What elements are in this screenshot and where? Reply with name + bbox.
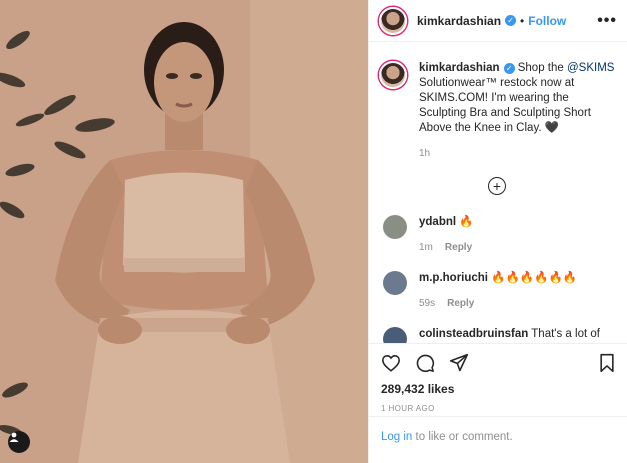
comment-body: ydabnl 🔥 1m Reply [419,215,474,255]
comment-item: colinsteadbruinsfan That's a lot of air … [379,327,615,343]
follow-button[interactable]: Follow [528,14,566,28]
caption-username[interactable]: kimkardashian [419,62,500,74]
reply-button[interactable]: Reply [447,298,474,309]
action-icons [381,352,615,374]
comment-text: 🔥 [459,216,474,228]
comment-avatar[interactable] [383,327,407,343]
caption: kimkardashian ✓ Shop the @SKIMS Solutionw… [379,61,615,161]
tagged-user-icon[interactable] [8,431,30,453]
share-plane-icon[interactable] [449,353,469,373]
login-link[interactable]: Log in [381,431,412,443]
comment-bubble-icon[interactable] [415,353,435,373]
plus-circle-icon[interactable]: + [488,177,506,195]
comment-time[interactable]: 1m [419,242,433,253]
verified-badge-icon: ✓ [505,15,517,26]
post-actions: 289,432 likes 1 HOUR AGO [369,343,627,413]
comment-username[interactable]: m.p.horiuchi [419,272,488,284]
post-timestamp[interactable]: 1 HOUR AGO [381,404,615,413]
login-prompt: Log in to like or comment. [369,416,627,457]
comment-body: colinsteadbruinsfan That's a lot of air … [419,327,615,343]
likes-count[interactable]: 289,432 likes [381,382,615,396]
photo-illustration [0,0,368,463]
login-prompt-text: to like or comment. [412,431,513,443]
caption-avatar[interactable] [379,61,407,89]
load-more-comments[interactable]: + [379,177,615,195]
comment-body: m.p.horiuchi 🔥🔥🔥🔥🔥🔥 59s Reply [419,271,577,311]
comment-item: ydabnl 🔥 1m Reply [379,215,615,255]
post-photo[interactable] [0,0,368,463]
comment-avatar[interactable] [383,271,407,295]
post-sidebar: kimkardashian ✓ • Follow ••• kimkardashi… [368,0,627,463]
caption-mention-link[interactable]: @SKIMS [567,62,614,74]
caption-time[interactable]: 1h [419,146,615,161]
post-header: kimkardashian ✓ • Follow ••• [369,0,627,42]
comment-meta: 1m Reply [419,240,474,255]
comment-text: 🔥🔥🔥🔥🔥🔥 [491,272,578,284]
author-avatar[interactable] [379,6,407,35]
comment-item: m.p.horiuchi 🔥🔥🔥🔥🔥🔥 59s Reply [379,271,615,311]
like-heart-icon[interactable] [381,354,401,372]
more-options-icon[interactable]: ••• [597,12,617,30]
comment-username[interactable]: ydabnl [419,216,456,228]
comment-username[interactable]: colinsteadbruinsfan [419,328,528,340]
reply-button[interactable]: Reply [445,242,472,253]
separator-dot: • [520,13,525,28]
author-username[interactable]: kimkardashian [417,14,501,28]
comment-meta: 59s Reply [419,296,577,311]
instagram-post: kimkardashian ✓ • Follow ••• kimkardashi… [0,0,627,463]
caption-text-2: Solutionwear™ restock now at SKIMS.COM! … [419,77,591,134]
comment-avatar[interactable] [383,215,407,239]
person-icon [9,432,19,442]
caption-verified-icon: ✓ [503,63,515,74]
comments-list[interactable]: kimkardashian ✓ Shop the @SKIMS Solutionw… [369,43,627,343]
bookmark-icon[interactable] [599,353,615,373]
caption-body: kimkardashian ✓ Shop the @SKIMS Solutionw… [419,61,615,161]
caption-text-1: Shop the [514,62,567,74]
comment-time[interactable]: 59s [419,298,435,309]
